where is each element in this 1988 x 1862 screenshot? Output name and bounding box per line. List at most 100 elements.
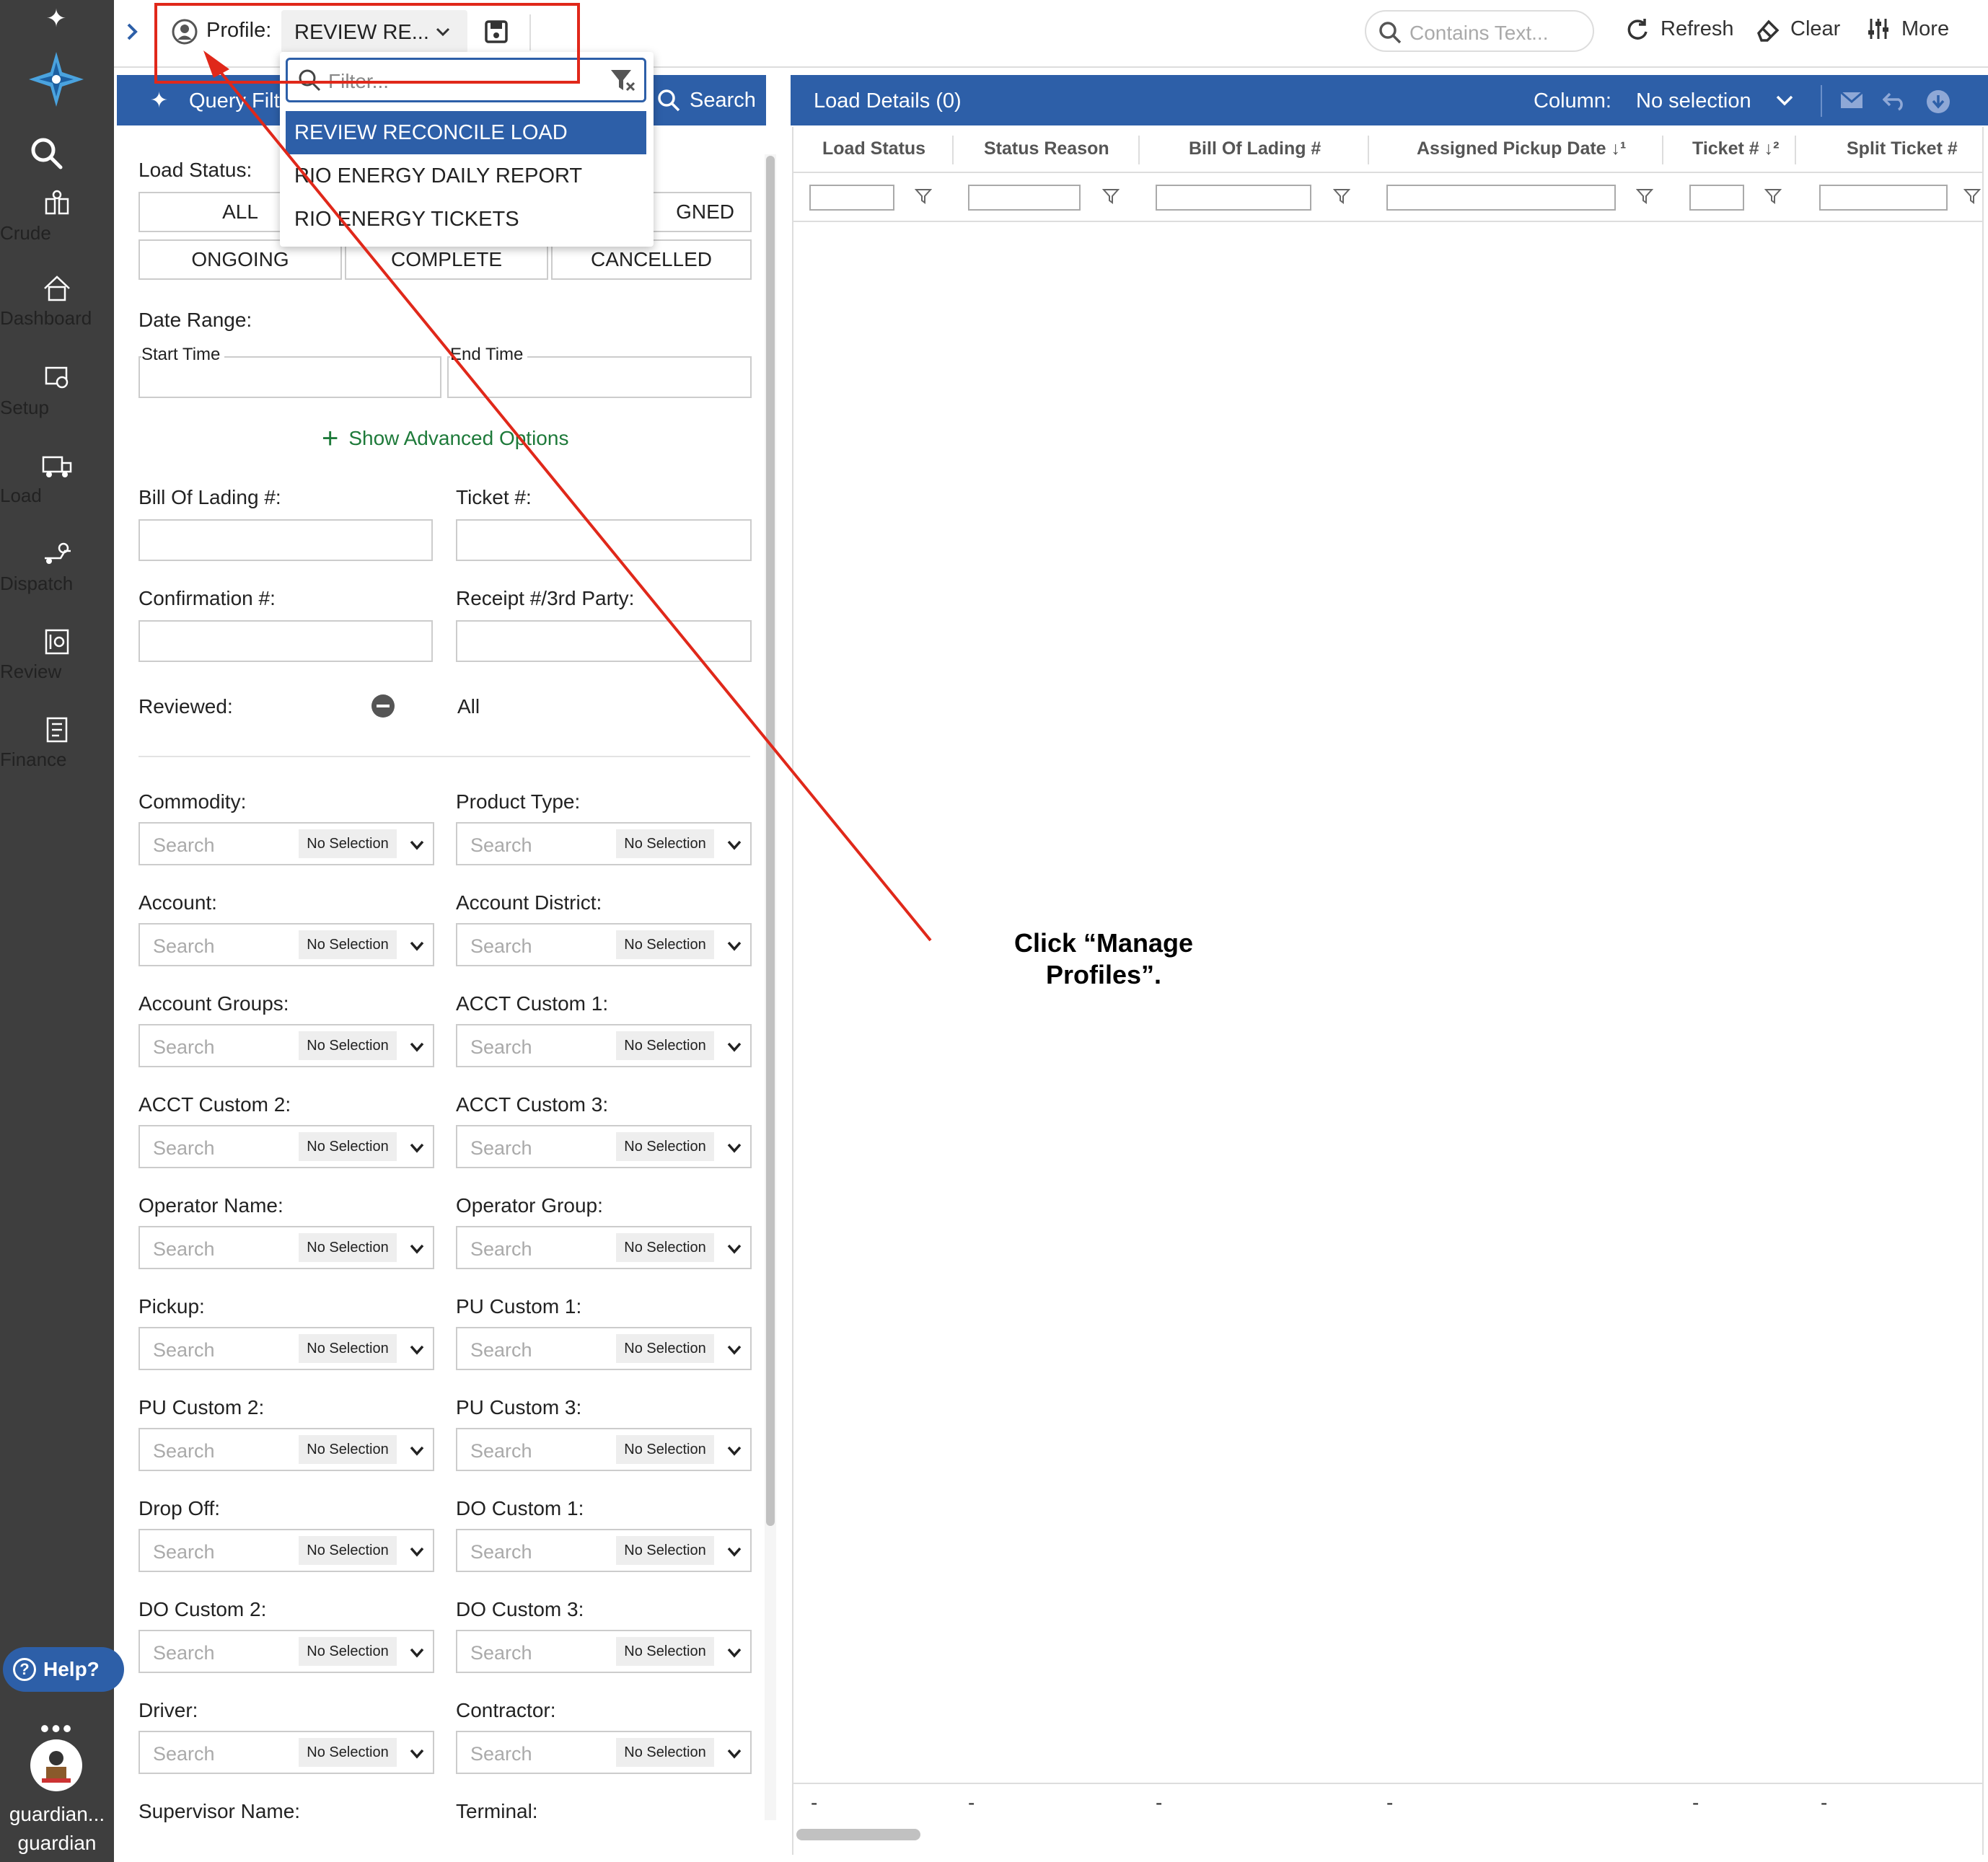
chevron-down-icon[interactable] <box>408 939 426 953</box>
filter-funnel-icon[interactable] <box>1102 187 1120 205</box>
profile-option[interactable]: RIO ENERGY TICKETS <box>286 198 646 241</box>
multi-search-placeholder[interactable]: Search <box>153 935 215 958</box>
nav-item-crude[interactable]: Crude <box>0 189 114 244</box>
filter-funnel-icon[interactable] <box>1333 187 1350 205</box>
profile-option[interactable]: REVIEW RECONCILE LOAD DEFAULT <box>286 111 646 187</box>
profile-option[interactable]: RIO ENERGY DAILY REPORT <box>286 154 646 198</box>
multi-select[interactable]: Search No Selection <box>138 1125 434 1168</box>
query-scrollbar[interactable] <box>766 156 775 1526</box>
multi-search-placeholder[interactable]: Search <box>153 1339 215 1362</box>
chevron-down-icon[interactable] <box>726 1040 743 1054</box>
contains-text-search[interactable]: Contains Text... <box>1365 10 1594 52</box>
multi-search-placeholder[interactable]: Search <box>470 1440 532 1462</box>
more-button[interactable]: More <box>1865 16 1949 42</box>
chevron-down-icon[interactable] <box>726 1343 743 1357</box>
chevron-down-icon[interactable] <box>408 1040 426 1054</box>
chevron-down-icon[interactable] <box>1774 92 1795 108</box>
chevron-down-icon[interactable] <box>408 838 426 852</box>
search-icon[interactable] <box>29 136 63 170</box>
filter-funnel-icon[interactable] <box>915 187 932 205</box>
multi-search-placeholder[interactable]: Search <box>153 1743 215 1765</box>
column-filter-input[interactable] <box>1689 185 1744 211</box>
app-logo[interactable] <box>27 50 85 108</box>
multi-select[interactable]: Search No Selection <box>456 1731 752 1774</box>
nav-item-setup[interactable]: Setup <box>0 363 114 418</box>
column-separator[interactable] <box>1138 136 1140 164</box>
column-filter-input[interactable] <box>809 185 894 211</box>
multi-search-placeholder[interactable]: Search <box>470 1541 532 1563</box>
chevron-down-icon[interactable] <box>726 1141 743 1155</box>
multi-search-placeholder[interactable]: Search <box>470 1339 532 1362</box>
multi-select[interactable]: Search No Selection <box>138 1630 434 1673</box>
multi-select[interactable]: Search No Selection <box>456 1529 752 1572</box>
chevron-down-icon[interactable] <box>726 1747 743 1761</box>
chevron-down-icon[interactable] <box>726 838 743 852</box>
column-separator[interactable] <box>1368 136 1369 164</box>
multi-search-placeholder[interactable]: Search <box>470 1642 532 1664</box>
chevron-down-icon[interactable] <box>408 1747 426 1761</box>
multi-select[interactable]: Search No Selection <box>138 1327 434 1370</box>
confirmation-input[interactable] <box>138 620 433 662</box>
bol-input[interactable] <box>138 519 433 561</box>
show-advanced-options-link[interactable]: + Show Advanced Options <box>322 424 568 453</box>
multi-select[interactable]: Search No Selection <box>138 1226 434 1269</box>
multi-search-placeholder[interactable]: Search <box>153 1541 215 1563</box>
chevron-down-icon[interactable] <box>726 1242 743 1256</box>
multi-select[interactable]: Search No Selection <box>456 1428 752 1471</box>
chevron-down-icon[interactable] <box>726 1444 743 1458</box>
filter-funnel-icon[interactable] <box>1963 187 1981 205</box>
minus-circle-icon[interactable] <box>371 694 395 718</box>
column-header[interactable]: Split Ticket # <box>1847 138 1958 159</box>
multi-search-placeholder[interactable]: Search <box>470 834 532 857</box>
grid-horizontal-scrollbar[interactable] <box>796 1829 920 1840</box>
download-icon[interactable] <box>1926 89 1950 114</box>
multi-select[interactable]: Search No Selection <box>138 1024 434 1067</box>
multi-search-placeholder[interactable]: Search <box>470 1238 532 1261</box>
multi-select[interactable]: Search No Selection <box>138 822 434 865</box>
email-icon[interactable] <box>1839 89 1864 111</box>
multi-search-placeholder[interactable]: Search <box>153 1238 215 1261</box>
undo-icon[interactable] <box>1883 89 1907 111</box>
multi-select[interactable]: Search No Selection <box>138 923 434 966</box>
nav-item-review[interactable]: Review <box>0 627 114 682</box>
multi-search-placeholder[interactable]: Search <box>153 1642 215 1664</box>
column-separator[interactable] <box>952 136 954 164</box>
chevron-down-icon[interactable] <box>408 1646 426 1660</box>
nav-item-dashboard[interactable]: Dashboard <box>0 274 114 329</box>
pin-icon[interactable]: ✦ <box>43 6 69 32</box>
multi-search-placeholder[interactable]: Search <box>153 1036 215 1059</box>
refresh-button[interactable]: Refresh <box>1624 16 1734 42</box>
column-select[interactable]: No selection <box>1636 89 1751 113</box>
column-separator[interactable] <box>1795 136 1796 164</box>
multi-search-placeholder[interactable]: Search <box>470 1743 532 1765</box>
clear-button[interactable]: Clear <box>1754 16 1840 42</box>
column-filter-input[interactable] <box>1386 185 1616 211</box>
clear-filter-icon[interactable] <box>610 69 637 93</box>
multi-select[interactable]: Search No Selection <box>456 822 752 865</box>
chevron-down-icon[interactable] <box>726 1545 743 1559</box>
ticket-input[interactable] <box>456 519 752 561</box>
receipt-input[interactable] <box>456 620 752 662</box>
filter-funnel-icon[interactable] <box>1764 187 1782 205</box>
column-filter-input[interactable] <box>1156 185 1311 211</box>
search-button[interactable]: Search <box>656 88 756 112</box>
multi-select[interactable]: Search No Selection <box>456 1630 752 1673</box>
chevron-down-icon[interactable] <box>408 1444 426 1458</box>
chevron-right-icon[interactable] <box>121 17 143 46</box>
multi-search-placeholder[interactable]: Search <box>153 1440 215 1462</box>
chevron-down-icon[interactable] <box>408 1141 426 1155</box>
column-filter-input[interactable] <box>968 185 1081 211</box>
chevron-down-icon[interactable] <box>408 1242 426 1256</box>
avatar[interactable] <box>30 1739 82 1791</box>
filter-funnel-icon[interactable] <box>1636 187 1653 205</box>
column-separator[interactable] <box>1662 136 1663 164</box>
multi-select[interactable]: Search No Selection <box>456 1125 752 1168</box>
multi-search-placeholder[interactable]: Search <box>153 834 215 857</box>
chevron-down-icon[interactable] <box>408 1343 426 1357</box>
multi-select[interactable]: Search No Selection <box>456 1327 752 1370</box>
multi-select[interactable]: Search No Selection <box>456 923 752 966</box>
nav-item-finance[interactable]: Finance <box>0 715 114 770</box>
nav-item-load[interactable]: Load <box>0 451 114 506</box>
column-header[interactable]: Ticket # ↓² <box>1692 138 1779 159</box>
chevron-down-icon[interactable] <box>726 939 743 953</box>
